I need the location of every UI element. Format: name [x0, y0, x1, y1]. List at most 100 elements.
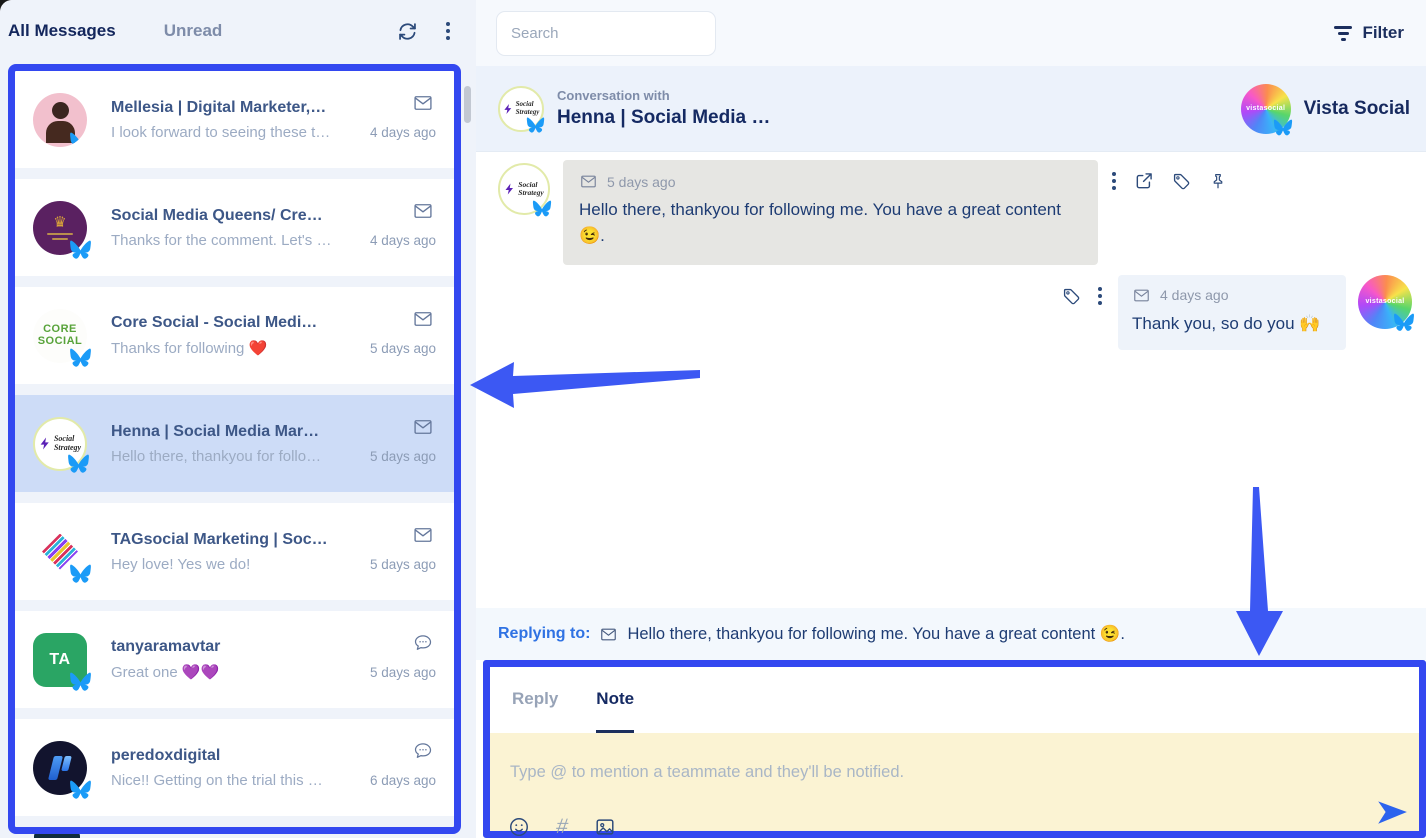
conversation-name: peredoxdigital: [111, 747, 361, 765]
lightning-bolt-icon: [503, 101, 514, 117]
kebab-menu-icon[interactable]: [444, 20, 452, 42]
conversation-preview: Hey love! Yes we do!: [111, 556, 361, 573]
dm-envelope-icon: [412, 93, 434, 113]
bluesky-butterfly-icon: [67, 780, 94, 804]
dm-envelope-icon: [599, 626, 618, 643]
image-attach-icon[interactable]: [594, 816, 616, 838]
conversation-name: Mellesia | Digital Marketer,…: [111, 99, 361, 117]
search-input[interactable]: [496, 11, 716, 56]
conversation-preview: Great one 💜💜: [111, 663, 361, 681]
conversation-preview: Thanks for the comment. Let's …: [111, 232, 361, 249]
tab-all-messages[interactable]: All Messages: [8, 21, 116, 41]
avatar-henna-social-strategy: SocialStrategy: [498, 86, 544, 132]
pin-icon[interactable]: [1207, 170, 1229, 192]
partial-next-avatar: [34, 832, 80, 838]
conversation-list-item[interactable]: ♛ Social Media Queens/ Cre… Thanks for t…: [15, 179, 454, 276]
conversation-time: 6 days ago: [370, 773, 436, 788]
replying-to-label: Replying to:: [498, 625, 590, 643]
message-kebab-icon[interactable]: [1110, 170, 1118, 192]
dm-envelope-icon: [1132, 287, 1151, 304]
message-thread: SocialStrategy 5 days ago Hello there, t…: [476, 152, 1426, 608]
tag-icon[interactable]: [1060, 285, 1082, 307]
conversation-list-item[interactable]: peredoxdigital Nice!! Getting on the tri…: [15, 719, 454, 816]
dm-envelope-icon: [412, 309, 434, 329]
dm-envelope-icon: [412, 201, 434, 221]
conversation-time: 5 days ago: [370, 341, 436, 356]
message-text: Hello there, thankyou for following me. …: [579, 197, 1082, 250]
conversation-time: 4 days ago: [370, 233, 436, 248]
conversation-name: Social Media Queens/ Cre…: [111, 207, 361, 225]
avatar-peredoxdigital: [33, 741, 87, 795]
avatar-core-social: CORESOCIAL: [33, 309, 87, 363]
conversation-list-item[interactable]: TA tanyaramavtar Great one 💜💜 5 days ago: [15, 611, 454, 708]
bluesky-butterfly-icon: [1391, 313, 1417, 336]
filter-funnel-icon: [1334, 26, 1352, 41]
composer-annotated-box: Reply Note Type @ to mention a teammate …: [483, 660, 1426, 838]
avatar-social-media-queens: ♛: [33, 201, 87, 255]
conversation-list-item-selected[interactable]: SocialStrategy Henna | Social Media Mar……: [15, 395, 454, 492]
emoji-picker-icon[interactable]: [508, 816, 530, 838]
scrollbar-thumb[interactable]: [464, 86, 471, 123]
lightning-bolt-icon: [504, 180, 516, 198]
hashtag-icon[interactable]: #: [554, 815, 569, 838]
dm-envelope-icon: [412, 417, 434, 437]
comment-bubble-icon: [412, 633, 434, 653]
avatar-tanyaramavtar: TA: [33, 633, 87, 687]
note-input-area[interactable]: Type @ to mention a teammate and they'll…: [490, 733, 1419, 831]
comment-bubble-icon: [412, 741, 434, 761]
sidebar: All Messages Unread Mellesia | Digital M…: [0, 0, 476, 838]
avatar-henna-social-strategy: SocialStrategy: [498, 163, 550, 215]
conversation-name: Core Social - Social Medi…: [111, 314, 361, 332]
conversation-time: 5 days ago: [370, 557, 436, 572]
filter-label: Filter: [1362, 23, 1404, 43]
conversation-list-item[interactable]: CORESOCIAL Core Social - Social Medi… Th…: [15, 287, 454, 384]
message-time: 4 days ago: [1160, 287, 1229, 303]
avatar-tagsocial: [33, 525, 87, 579]
replying-to-bar: Replying to: Hello there, thankyou for f…: [476, 608, 1426, 660]
dm-envelope-icon: [579, 173, 598, 190]
lightning-bolt-icon: [39, 434, 52, 453]
conversation-title: Henna | Social Media …: [557, 107, 770, 129]
tab-reply[interactable]: Reply: [512, 689, 558, 733]
conversation-list-item[interactable]: TAGsocial Marketing | Soc… Hey love! Yes…: [15, 503, 454, 600]
note-placeholder: Type @ to mention a teammate and they'll…: [510, 763, 1399, 782]
message-bubble: 4 days ago Thank you, so do you 🙌: [1118, 275, 1346, 350]
conversation-panel: Filter SocialStrategy Conversation with …: [476, 0, 1426, 838]
refresh-icon[interactable]: [396, 20, 418, 42]
conversation-time: 5 days ago: [370, 449, 436, 464]
bluesky-butterfly-icon: [65, 454, 92, 478]
conversation-name: tanyaramavtar: [111, 638, 361, 656]
composer-tabs: Reply Note: [490, 667, 1419, 733]
bluesky-butterfly-icon: [67, 564, 94, 588]
conversation-preview: Hello there, thankyou for follo…: [111, 448, 361, 465]
replying-to-text: Hello there, thankyou for following me. …: [627, 625, 1125, 644]
tag-icon[interactable]: [1170, 170, 1192, 192]
conversation-preview: Thanks for following ❤️: [111, 339, 361, 357]
avatar-vista-social: vistasocial: [1241, 84, 1291, 134]
conversation-header: SocialStrategy Conversation with Henna |…: [476, 66, 1426, 152]
avatar-mellesia: [33, 93, 87, 147]
filter-button[interactable]: Filter: [1334, 23, 1404, 43]
sidebar-header: All Messages Unread: [0, 0, 476, 62]
conversation-name: Henna | Social Media Mar…: [111, 423, 361, 441]
outbound-message-row: 4 days ago Thank you, so do you 🙌 vistas…: [476, 275, 1426, 350]
send-button[interactable]: [1373, 795, 1411, 829]
main-topbar: Filter: [476, 0, 1426, 66]
tab-note[interactable]: Note: [596, 689, 634, 733]
message-kebab-icon[interactable]: [1096, 285, 1104, 307]
message-text: Thank you, so do you 🙌: [1132, 311, 1332, 337]
share-icon[interactable]: [1133, 170, 1155, 192]
message-time: 5 days ago: [607, 174, 676, 190]
bluesky-butterfly-icon: [1271, 119, 1295, 140]
conversation-list-item[interactable]: Mellesia | Digital Marketer,… I look for…: [15, 71, 454, 168]
conversation-list: Mellesia | Digital Marketer,… I look for…: [15, 71, 454, 827]
avatar-vista-social: vistasocial: [1358, 275, 1412, 329]
bluesky-butterfly-icon: [67, 240, 94, 264]
conversation-with-label: Conversation with: [557, 88, 770, 103]
conversation-time: 4 days ago: [370, 125, 436, 140]
bluesky-butterfly-icon: [67, 672, 94, 696]
account-name: Vista Social: [1304, 98, 1410, 120]
bluesky-butterfly-icon: [67, 348, 94, 372]
tab-unread[interactable]: Unread: [164, 21, 223, 41]
bluesky-butterfly-icon: [530, 200, 554, 221]
